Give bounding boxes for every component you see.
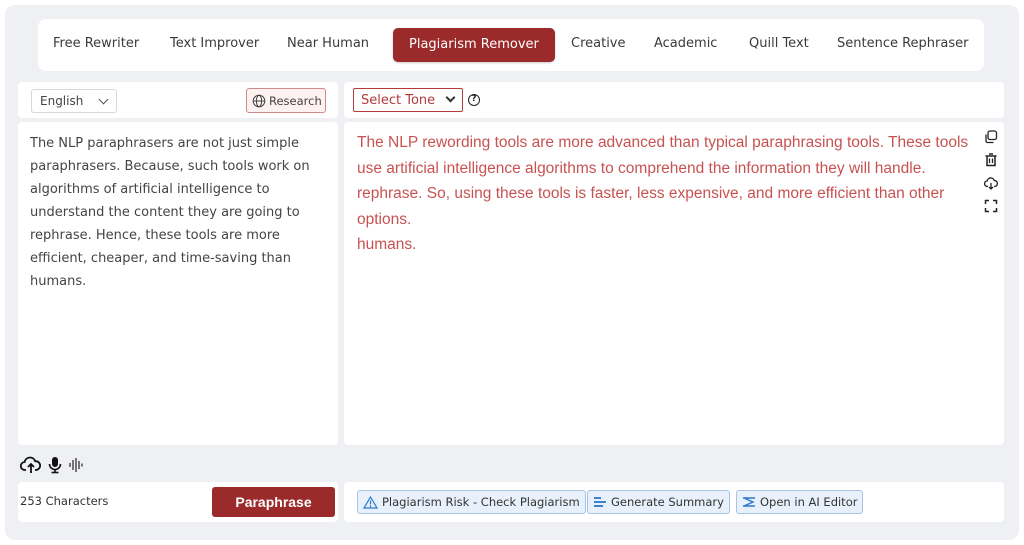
- output-footer: Plagiarism Risk - Check Plagiarism Gener…: [344, 482, 1004, 522]
- copy-icon[interactable]: [984, 130, 998, 144]
- help-icon[interactable]: ?: [468, 94, 480, 106]
- open-ai-editor-button[interactable]: Open in AI Editor: [736, 490, 864, 514]
- output-text: The NLP rewording tools are more advance…: [357, 134, 969, 253]
- ai-editor-icon: [743, 497, 755, 507]
- generate-summary-label: Generate Summary: [611, 495, 724, 509]
- paraphrase-button[interactable]: Paraphrase: [212, 487, 335, 517]
- mode-tab-bar: Free Rewriter Text Improver Near Human P…: [38, 19, 984, 71]
- language-select-value: English: [40, 94, 84, 108]
- tab-creative[interactable]: Creative: [571, 36, 626, 51]
- chevron-down-icon: [98, 94, 109, 105]
- output-side-icons: [984, 130, 1000, 222]
- tone-select[interactable]: Select Tone: [353, 88, 463, 112]
- language-select[interactable]: English: [31, 89, 117, 113]
- summary-lines-icon: [594, 497, 606, 507]
- output-text-panel: The NLP rewording tools are more advance…: [344, 122, 1004, 445]
- tab-sentence-rephraser[interactable]: Sentence Rephraser: [837, 36, 968, 51]
- tab-free-rewriter[interactable]: Free Rewriter: [53, 36, 139, 51]
- check-plagiarism-button[interactable]: Plagiarism Risk - Check Plagiarism: [357, 490, 586, 514]
- tab-academic[interactable]: Academic: [654, 36, 717, 51]
- input-tools-row: [20, 455, 84, 475]
- open-ai-editor-label: Open in AI Editor: [760, 495, 858, 509]
- input-text-panel[interactable]: The NLP paraphrasers are not just simple…: [18, 122, 338, 445]
- research-button[interactable]: Research: [246, 88, 326, 113]
- globe-icon: [252, 94, 266, 107]
- character-count: 253 Characters: [20, 494, 109, 508]
- tab-plagiarism-remover[interactable]: Plagiarism Remover: [393, 28, 555, 62]
- tab-text-improver[interactable]: Text Improver: [170, 36, 259, 51]
- output-toolbar: Select Tone ?: [344, 82, 1004, 118]
- tone-select-label: Select Tone: [361, 92, 436, 108]
- microphone-icon[interactable]: [48, 456, 62, 474]
- download-cloud-icon[interactable]: [984, 176, 998, 190]
- tab-quill-text[interactable]: Quill Text: [749, 36, 809, 51]
- input-textarea[interactable]: The NLP paraphrasers are not just simple…: [30, 132, 320, 293]
- chevron-down-icon: [445, 92, 456, 103]
- upload-cloud-icon[interactable]: [20, 456, 42, 474]
- generate-summary-button[interactable]: Generate Summary: [587, 490, 730, 514]
- warning-triangle-icon: [363, 495, 378, 509]
- audio-wave-icon[interactable]: [68, 456, 84, 474]
- check-plagiarism-label: Plagiarism Risk - Check Plagiarism: [382, 495, 580, 509]
- input-footer: 253 Characters Paraphrase: [18, 482, 338, 522]
- trash-icon[interactable]: [984, 153, 998, 167]
- research-button-label: Research: [269, 93, 322, 108]
- fullscreen-icon[interactable]: [984, 199, 998, 213]
- input-toolbar: English Research: [18, 82, 338, 118]
- tab-near-human[interactable]: Near Human: [287, 36, 369, 51]
